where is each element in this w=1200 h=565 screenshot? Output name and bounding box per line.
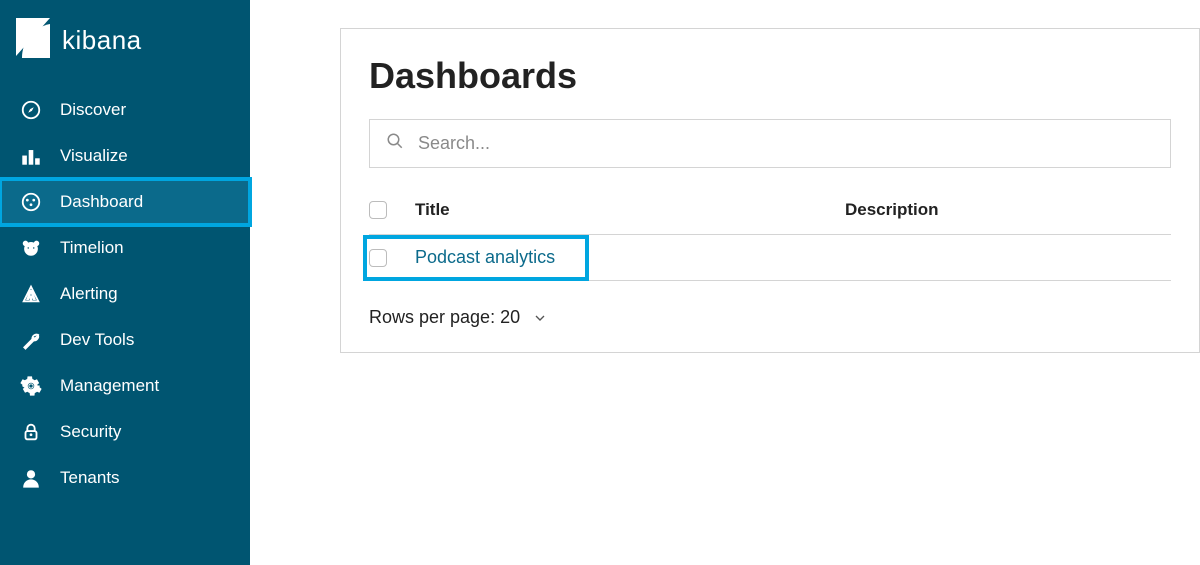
svg-text:A: A (26, 288, 35, 303)
sidebar: kibana Discover Visualize (0, 0, 250, 565)
sidebar-item-label: Alerting (60, 284, 118, 304)
row-checkbox[interactable] (369, 249, 387, 267)
sidebar-item-devtools[interactable]: Dev Tools (0, 317, 250, 363)
sidebar-item-security[interactable]: Security (0, 409, 250, 455)
rows-per-page[interactable]: Rows per page: 20 (369, 307, 1171, 328)
divider (369, 280, 1171, 281)
sidebar-item-label: Timelion (60, 238, 124, 258)
sidebar-item-timelion[interactable]: Timelion (0, 225, 250, 271)
search-input[interactable] (418, 133, 1154, 154)
gear-icon (18, 375, 44, 397)
user-icon (18, 467, 44, 489)
table-row: Podcast analytics (369, 235, 1171, 280)
rows-per-page-label: Rows per page: 20 (369, 307, 520, 328)
sidebar-item-tenants[interactable]: Tenants (0, 455, 250, 501)
table-header: Title Description (369, 192, 1171, 234)
compass-icon (18, 99, 44, 121)
sidebar-item-label: Visualize (60, 146, 128, 166)
sidebar-item-discover[interactable]: Discover (0, 87, 250, 133)
kibana-logo-icon (16, 18, 50, 63)
sidebar-item-label: Security (60, 422, 121, 442)
wrench-icon (18, 329, 44, 351)
dashboards-card: Dashboards Title Description (340, 28, 1200, 353)
search-icon (386, 132, 418, 155)
alerting-icon: A (18, 283, 44, 305)
sidebar-item-label: Dev Tools (60, 330, 134, 350)
main-panel: Dashboards Title Description (250, 0, 1200, 565)
timelion-icon (18, 237, 44, 259)
column-title[interactable]: Title (415, 200, 845, 220)
dashboard-icon (18, 191, 44, 213)
column-description[interactable]: Description (845, 200, 1171, 220)
sidebar-item-visualize[interactable]: Visualize (0, 133, 250, 179)
bar-chart-icon (18, 145, 44, 167)
sidebar-item-label: Dashboard (60, 192, 143, 212)
dashboard-link-podcast-analytics[interactable]: Podcast analytics (415, 247, 555, 267)
sidebar-item-management[interactable]: Management (0, 363, 250, 409)
brand[interactable]: kibana (0, 0, 250, 81)
search-row[interactable] (369, 119, 1171, 168)
sidebar-item-dashboard[interactable]: Dashboard (0, 179, 250, 225)
chevron-down-icon (532, 310, 548, 326)
select-all-checkbox[interactable] (369, 201, 387, 219)
lock-icon (18, 421, 44, 443)
sidebar-item-alerting[interactable]: A Alerting (0, 271, 250, 317)
nav: Discover Visualize Dashbo (0, 87, 250, 501)
page-title: Dashboards (369, 55, 1171, 97)
sidebar-item-label: Discover (60, 100, 126, 120)
brand-name: kibana (62, 25, 142, 56)
sidebar-item-label: Tenants (60, 468, 120, 488)
sidebar-item-label: Management (60, 376, 159, 396)
